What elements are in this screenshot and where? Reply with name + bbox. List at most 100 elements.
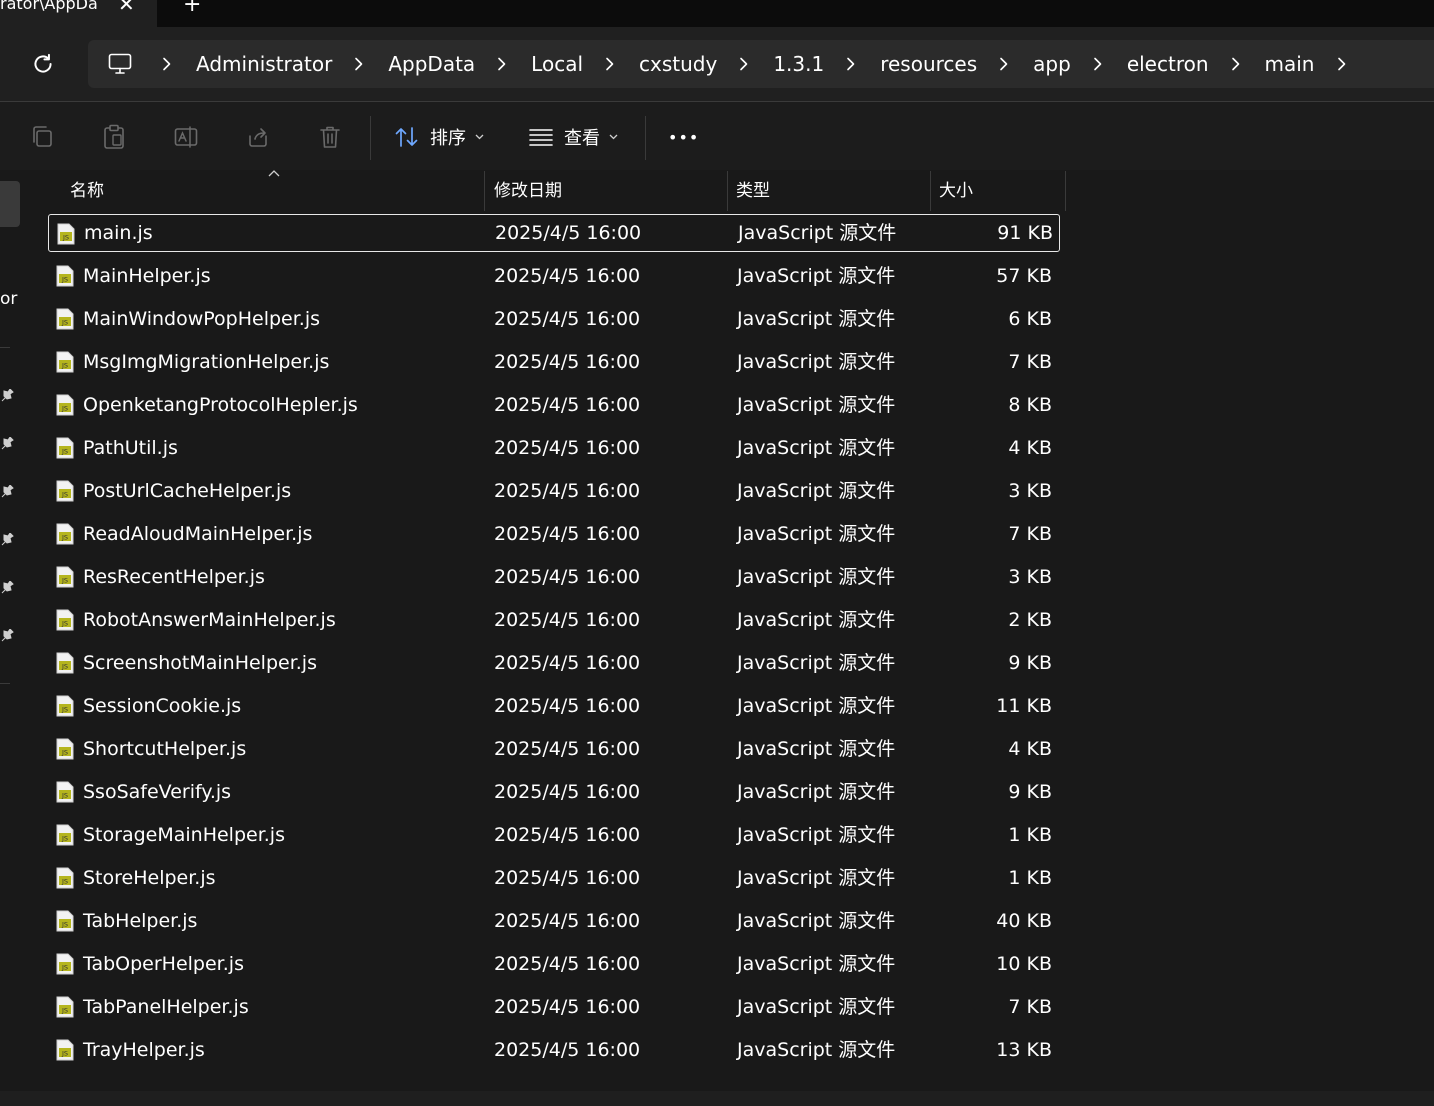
column-date[interactable]: 修改日期 — [494, 171, 562, 211]
sort-button[interactable]: 排序 — [394, 122, 494, 152]
column-separator[interactable] — [727, 171, 728, 211]
file-row[interactable]: JS TabOperHelper.js 2025/4/5 16:00 JavaScri… — [48, 945, 1058, 983]
file-row[interactable]: JS SessionCookie.js 2025/4/5 16:00 JavaScri… — [48, 687, 1058, 725]
file-row[interactable]: JS MainHelper.js 2025/4/5 16:00 JavaScript … — [48, 257, 1058, 295]
file-name: SessionCookie.js — [83, 695, 242, 717]
file-date: 2025/4/5 16:00 — [494, 781, 641, 803]
rename-icon[interactable] — [174, 124, 198, 150]
file-name: MainWindowPopHelper.js — [83, 308, 321, 330]
svg-text:JS: JS — [61, 405, 68, 413]
chevron-right-icon[interactable] — [999, 57, 1009, 71]
pin-icon — [1, 533, 14, 546]
svg-text:JS: JS — [61, 749, 68, 757]
chevron-right-icon[interactable] — [354, 57, 364, 71]
js-file-icon: JS — [56, 996, 74, 1018]
copy-icon[interactable] — [30, 124, 54, 150]
file-row[interactable]: JS StoreHelper.js 2025/4/5 16:00 JavaScript… — [48, 859, 1058, 897]
add-tab-button[interactable]: + — [183, 0, 201, 17]
chevron-down-icon — [609, 134, 618, 140]
svg-text:JS: JS — [62, 234, 69, 242]
column-type[interactable]: 类型 — [736, 171, 770, 211]
svg-text:JS: JS — [61, 577, 68, 585]
file-row[interactable]: JS ScreenshotMainHelper.js 2025/4/5 16:00 J… — [48, 644, 1058, 682]
pin-icon — [1, 485, 14, 498]
file-date: 2025/4/5 16:00 — [494, 265, 641, 287]
file-size: 1 KB — [1008, 824, 1052, 846]
chevron-right-icon[interactable] — [1231, 57, 1241, 71]
column-separator[interactable] — [930, 171, 931, 211]
file-name: TabOperHelper.js — [83, 953, 244, 975]
file-name: main.js — [84, 222, 153, 244]
file-row[interactable]: JS ShortcutHelper.js 2025/4/5 16:00 JavaScr… — [48, 730, 1058, 768]
js-file-icon: JS — [56, 480, 74, 502]
column-separator[interactable] — [484, 171, 485, 211]
file-row[interactable]: JS RobotAnswerMainHelper.js 2025/4/5 16:00… — [48, 601, 1058, 639]
file-row[interactable]: JS ReadAloudMainHelper.js 2025/4/5 16:00 Ja… — [48, 515, 1058, 553]
breadcrumb-item[interactable]: app — [1033, 52, 1071, 76]
svg-text:JS: JS — [61, 1050, 68, 1058]
svg-text:JS: JS — [61, 921, 68, 929]
file-type: JavaScript 源文件 — [738, 222, 897, 244]
js-file-icon: JS — [56, 351, 74, 373]
breadcrumb-item[interactable]: main — [1265, 52, 1315, 76]
js-file-icon: JS — [56, 652, 74, 674]
more-options-button[interactable]: ••• — [668, 128, 699, 147]
breadcrumb-item[interactable]: 1.3.1 — [773, 52, 824, 76]
file-date: 2025/4/5 16:00 — [494, 523, 641, 545]
close-icon[interactable]: ✕ — [118, 0, 135, 16]
breadcrumb-item[interactable]: cxstudy — [639, 52, 717, 76]
breadcrumb-item[interactable]: Local — [531, 52, 583, 76]
pin-icon — [1, 389, 14, 402]
chevron-right-icon[interactable] — [497, 57, 507, 71]
file-row[interactable]: JS TabHelper.js 2025/4/5 16:00 JavaScript 源… — [48, 902, 1058, 940]
file-size: 10 KB — [996, 953, 1052, 975]
file-size: 1 KB — [1008, 867, 1052, 889]
breadcrumb-item[interactable]: AppData — [388, 52, 475, 76]
refresh-icon[interactable] — [30, 51, 56, 77]
file-row[interactable]: JS PostUrlCacheHelper.js 2025/4/5 16:00 Jav… — [48, 472, 1058, 510]
breadcrumb-item[interactable]: Administrator — [196, 52, 332, 76]
file-row[interactable]: JS StorageMainHelper.js 2025/4/5 16:00 Java… — [48, 816, 1058, 854]
js-file-icon: JS — [56, 394, 74, 416]
svg-text:JS: JS — [61, 362, 68, 370]
file-row[interactable]: JS main.js 2025/4/5 16:00 JavaScript 源文件 91 … — [48, 214, 1060, 252]
file-type: JavaScript 源文件 — [737, 781, 896, 803]
chevron-right-icon[interactable] — [162, 57, 172, 71]
chevron-right-icon[interactable] — [1093, 57, 1103, 71]
svg-text:JS: JS — [61, 878, 68, 886]
paste-icon[interactable] — [102, 124, 126, 150]
file-type: JavaScript 源文件 — [737, 910, 896, 932]
chevron-right-icon[interactable] — [739, 57, 749, 71]
tab-active[interactable]: rator\AppDa ✕ — [0, 0, 157, 27]
file-row[interactable]: JS MainWindowPopHelper.js 2025/4/5 16:00 Ja… — [48, 300, 1058, 338]
js-file-icon: JS — [56, 953, 74, 975]
file-size: 4 KB — [1008, 437, 1052, 459]
file-row[interactable]: JS OpenketangProtocolHepler.js 2025/4/5 16… — [48, 386, 1058, 424]
share-icon[interactable] — [246, 124, 270, 150]
file-row[interactable]: JS PathUtil.js 2025/4/5 16:00 JavaScript 源文… — [48, 429, 1058, 467]
chevron-right-icon[interactable] — [846, 57, 856, 71]
nav-item-selected[interactable] — [0, 181, 20, 227]
address-bar[interactable]: Administrator AppData Local cxstudy 1.3.1 res… — [88, 40, 1434, 88]
column-size[interactable]: 大小 — [939, 171, 973, 211]
file-row[interactable]: JS MsgImgMigrationHelper.js 2025/4/5 16:00… — [48, 343, 1058, 381]
view-button[interactable]: 查看 — [528, 122, 628, 152]
column-name[interactable]: 名称 — [70, 171, 104, 211]
file-row[interactable]: JS ResRecentHelper.js 2025/4/5 16:00 JavaSc… — [48, 558, 1058, 596]
computer-icon[interactable] — [108, 53, 132, 75]
column-separator[interactable] — [1065, 171, 1066, 211]
view-label: 查看 — [564, 128, 600, 149]
file-name: OpenketangProtocolHepler.js — [83, 394, 358, 416]
file-row[interactable]: JS TabPanelHelper.js 2025/4/5 16:00 JavaScr… — [48, 988, 1058, 1026]
file-row[interactable]: JS TrayHelper.js 2025/4/5 16:00 JavaScript … — [48, 1031, 1058, 1069]
nav-item-label: or — [0, 289, 18, 309]
file-row[interactable]: JS SsoSafeVerify.js 2025/4/5 16:00 JavaScri… — [48, 773, 1058, 811]
breadcrumb-item[interactable]: resources — [880, 52, 977, 76]
chevron-right-icon[interactable] — [1337, 57, 1347, 71]
delete-icon[interactable] — [318, 124, 342, 150]
file-type: JavaScript 源文件 — [737, 824, 896, 846]
breadcrumb-item[interactable]: electron — [1127, 52, 1209, 76]
file-name: PostUrlCacheHelper.js — [83, 480, 292, 502]
file-type: JavaScript 源文件 — [737, 437, 896, 459]
chevron-right-icon[interactable] — [605, 57, 615, 71]
